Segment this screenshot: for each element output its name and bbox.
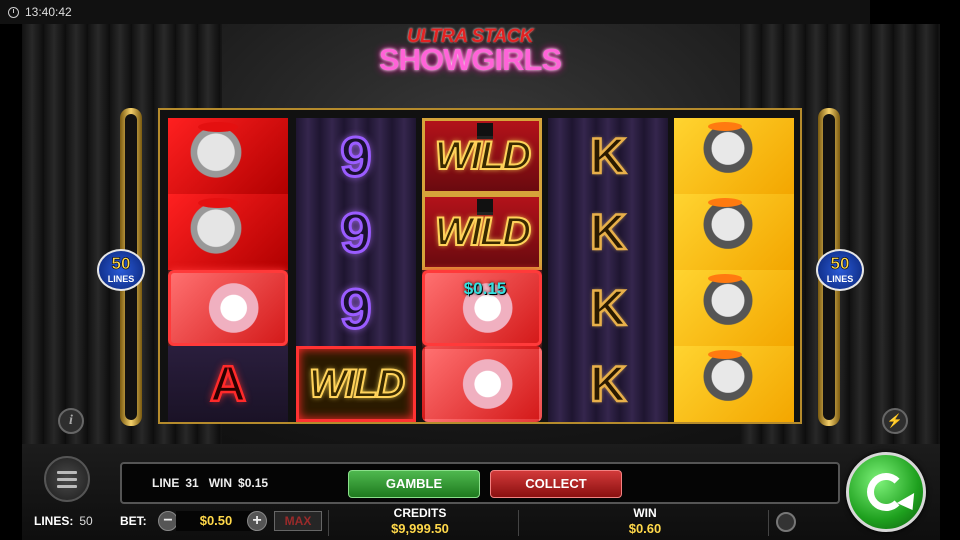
spin-button[interactable] (846, 452, 926, 532)
menu-icon[interactable] (44, 456, 90, 502)
credits-display: CREDITS $9,999.50 (360, 506, 480, 536)
line-value: 31 (185, 476, 199, 490)
showgirl-yellow-symbol (674, 194, 794, 270)
bet-increase-button[interactable]: + (247, 511, 267, 531)
lines-value: 50 (79, 514, 93, 528)
reel-1: A (168, 118, 288, 422)
win-display: WIN $0.60 (590, 506, 700, 536)
showgirl-red-symbol (168, 194, 288, 270)
wild-symbol: WILD (422, 194, 542, 270)
game-logo: ULTRA STACK SHOWGIRLS (350, 26, 590, 78)
lines-badge-left: 50 LINES (97, 249, 145, 291)
wild-symbol: WILD (296, 346, 416, 422)
win-value: $0.60 (628, 521, 662, 536)
status-bar: 13:40:42 (0, 0, 870, 24)
divider (518, 510, 519, 536)
reel-4: K K K K (548, 118, 668, 422)
max-bet-button[interactable]: MAX (274, 511, 322, 531)
bet-label: BET: (120, 514, 147, 528)
showgirl-pink-symbol: $0.15 (422, 270, 542, 346)
k-symbol: K (589, 279, 628, 338)
line-win-amount: $0.15 (463, 279, 507, 298)
line-win-value: $0.15 (238, 476, 269, 490)
win-label: WIN (633, 506, 657, 520)
showgirl-yellow-symbol (674, 270, 794, 346)
wild-symbol: WILD (422, 118, 542, 194)
lines-badge-right: 50 LINES (816, 249, 864, 291)
reel-2: 9 9 9 WILD (296, 118, 416, 422)
bet-decrease-button[interactable]: − (158, 511, 178, 531)
divider (328, 510, 329, 536)
reel-5 (674, 118, 794, 422)
line-win-label: WIN (208, 476, 233, 490)
showgirl-pink-symbol (168, 270, 288, 346)
bet-value: $0.50 (176, 511, 256, 531)
k-symbol: K (589, 127, 628, 186)
gamble-button[interactable]: GAMBLE (348, 470, 480, 498)
k-symbol: K (589, 355, 628, 414)
info-icon[interactable]: i (58, 408, 84, 434)
collect-button[interactable]: COLLECT (490, 470, 622, 498)
line-win-info: LINE 31 WIN $0.15 (152, 476, 268, 490)
autoplay-icon[interactable] (776, 512, 796, 532)
reel-3: WILD WILD $0.15 (422, 118, 542, 422)
lines-setting: LINES: 50 (34, 514, 93, 528)
reels-window: A 9 9 9 WILD WILD WILD $0.15 K K K K (158, 108, 802, 424)
nine-symbol: 9 (339, 123, 373, 189)
nine-symbol: 9 (339, 199, 373, 265)
line-label: LINE (152, 476, 180, 490)
lines-label: LINES: (34, 514, 74, 528)
showgirl-red-symbol (168, 118, 288, 194)
logo-title: SHOWGIRLS (378, 42, 562, 77)
showgirl-yellow-symbol (674, 118, 794, 194)
credits-value: $9,999.50 (391, 521, 449, 536)
credits-label: CREDITS (393, 506, 447, 520)
status-time: 13:40:42 (25, 5, 72, 19)
nine-symbol: 9 (339, 275, 373, 341)
top-hat-icon (477, 123, 493, 139)
showgirl-pink-symbol (422, 346, 542, 422)
a-symbol: A (168, 346, 288, 422)
k-symbol: K (589, 203, 628, 262)
showgirl-yellow-symbol (674, 346, 794, 422)
divider (768, 510, 769, 536)
clock-icon (8, 6, 19, 18)
top-hat-icon (477, 199, 493, 215)
lightning-icon[interactable]: ⚡ (882, 408, 908, 434)
